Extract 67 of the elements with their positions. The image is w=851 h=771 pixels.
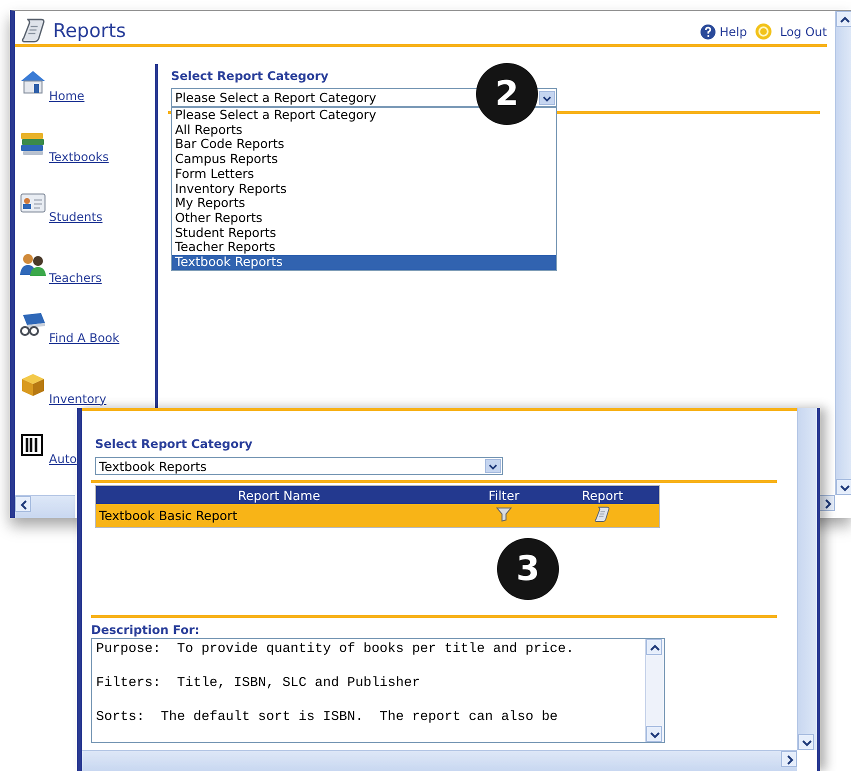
sidebar-link[interactable]: Teachers	[49, 270, 102, 284]
page-title: Reports	[53, 20, 126, 44]
vertical-scrollbar[interactable]	[797, 408, 817, 750]
callout-badge: 2	[476, 63, 538, 125]
category-dropdown[interactable]: Textbook Reports	[95, 457, 503, 475]
description-line: Filters: Title, ISBN, SLC and Publisher	[96, 676, 422, 691]
chevron-down-icon	[488, 464, 498, 470]
box-icon	[19, 372, 47, 398]
report-name: Textbook Basic Report	[99, 508, 238, 523]
horizontal-scrollbar[interactable]	[15, 495, 75, 518]
chevron-down-icon	[650, 732, 660, 738]
text-scrollbar[interactable]	[645, 639, 664, 742]
horizontal-scrollbar[interactable]	[82, 750, 797, 771]
log-out-link[interactable]: Log Out	[780, 24, 827, 38]
column-header: Report Name	[96, 486, 462, 504]
chevron-right-icon	[787, 755, 794, 765]
sidebar-link[interactable]: Inventory	[49, 392, 106, 406]
dropdown-option[interactable]: My Reports	[172, 196, 556, 211]
description-line: Sorts: The default sort is ISBN. The report can also be	[96, 710, 559, 725]
dropdown-arrow-button[interactable]	[485, 459, 501, 473]
scroll-up-button[interactable]	[836, 11, 851, 27]
scroll-right-button[interactable]	[781, 751, 797, 767]
chevron-down-icon	[840, 485, 850, 492]
scroll-icon	[19, 16, 47, 44]
scroll-down-button[interactable]	[798, 734, 814, 750]
scroll-down-button[interactable]	[836, 479, 851, 495]
book-glasses-icon	[19, 311, 47, 337]
column-header: Filter	[462, 486, 546, 504]
column-header: Report	[546, 486, 660, 504]
dropdown-option[interactable]: Other Reports	[172, 210, 556, 226]
scroll-right-button[interactable]	[819, 495, 835, 511]
vertical-scrollbar[interactable]	[835, 11, 851, 495]
chevron-left-icon	[20, 500, 27, 510]
sidebar-link[interactable]: Auto	[49, 452, 77, 466]
scroll-left-button[interactable]	[15, 496, 31, 512]
sidebar-link[interactable]: Students	[49, 210, 102, 224]
sidebar-link[interactable]: Home	[49, 89, 84, 103]
dropdown-option[interactable]: Campus Reports	[172, 152, 556, 167]
description-label: Description For:	[91, 623, 200, 637]
chevron-down-icon	[802, 740, 812, 746]
chevron-down-icon	[542, 96, 552, 102]
house-icon	[19, 69, 47, 95]
callout-badge: 3	[497, 538, 559, 600]
chevron-right-icon	[825, 499, 832, 509]
scroll-up-button[interactable]	[646, 639, 662, 655]
field-label: Select Report Category	[95, 437, 254, 451]
coin-icon	[754, 23, 772, 40]
chevron-up-icon	[650, 644, 660, 651]
scroll-down-button[interactable]	[646, 726, 662, 742]
description-line: Purpose: To provide quantity of books per title and price.	[96, 642, 575, 657]
funnel-icon[interactable]	[496, 506, 512, 522]
dropdown-option[interactable]: Form Letters	[172, 166, 556, 182]
dropdown-arrow-button[interactable]	[539, 90, 555, 104]
dropdown-option[interactable]: Bar Code Reports	[172, 137, 556, 152]
help-icon	[700, 24, 716, 40]
dropdown-option[interactable]: All Reports	[172, 122, 556, 138]
dropdown-option[interactable]: Student Reports	[172, 226, 556, 240]
dropdown-option[interactable]: Textbook Reports	[172, 255, 556, 270]
sidebar-link[interactable]: Find A Book	[49, 331, 120, 345]
sidebar-link[interactable]: Textbooks	[49, 150, 109, 164]
help-link[interactable]: Help	[720, 24, 747, 38]
dropdown-option[interactable]: Inventory Reports	[172, 182, 556, 196]
chevron-up-icon	[840, 16, 850, 23]
scroll-icon	[593, 505, 612, 523]
dropdown-option[interactable]: Teacher Reports	[172, 240, 556, 256]
description-box[interactable]: Purpose: To provide quantity of books per title and price. Filters: Title, ISBN, SLC and Publisher Sorts: The default sort is ISBN. The report can also be	[91, 638, 665, 743]
field-label: Select Report Category	[171, 69, 330, 83]
